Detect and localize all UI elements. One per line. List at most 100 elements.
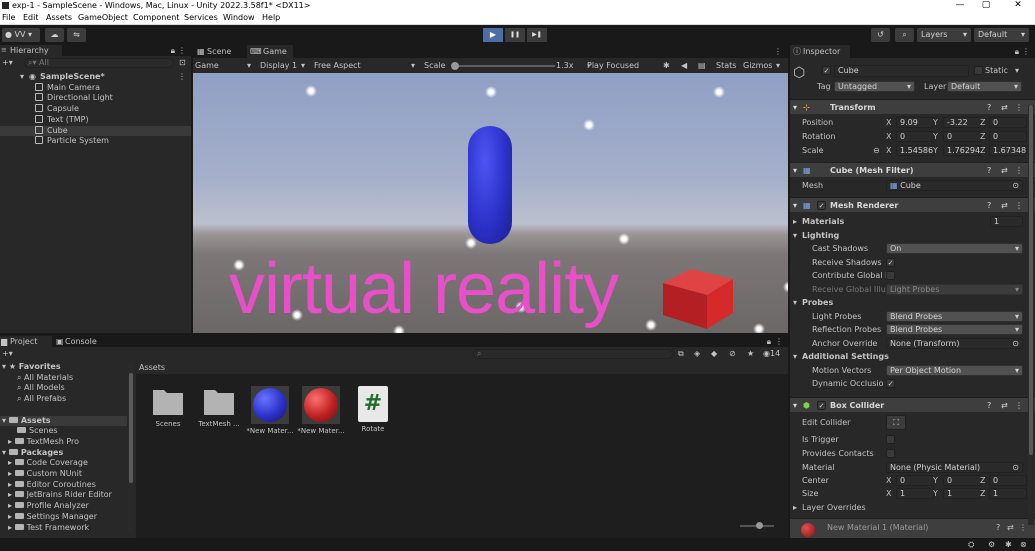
search-by-type-icon[interactable]: ⧉ xyxy=(678,347,684,361)
lock-icon[interactable]: 🔒︎ xyxy=(1015,45,1019,58)
menu-help[interactable]: Help xyxy=(262,12,280,24)
menu-file[interactable]: File xyxy=(2,12,15,24)
menu-component[interactable]: Component xyxy=(133,12,179,24)
bug-report-icon[interactable]: ✱ xyxy=(1005,538,1012,551)
contribute-gi-checkbox[interactable] xyxy=(886,271,895,280)
scale-slider-handle[interactable] xyxy=(451,62,459,70)
light-probes-dropdown[interactable]: Blend Probes ▾ xyxy=(886,311,1023,322)
collider-material-field[interactable]: None (Physic Material) ⊙ xyxy=(886,462,1023,473)
collab-button[interactable]: ⇋ xyxy=(67,28,86,42)
transform-header[interactable]: ▾ ⊹ Transform ? ⇄ ⋮ xyxy=(790,99,1035,114)
presets-icon[interactable]: ⇄ xyxy=(1007,522,1014,534)
mesh-filter-header[interactable]: ▾ ▦ Cube (Mesh Filter) ? ⇄ ⋮ xyxy=(790,162,1035,177)
package-settings-manager[interactable]: ▸ Settings Manager xyxy=(8,512,97,523)
more-options-icon[interactable]: ⋮ xyxy=(1019,522,1027,534)
filter-icon[interactable]: ⊡ xyxy=(179,56,186,69)
probes-row[interactable]: ▾ Probes xyxy=(790,296,1035,309)
keyboard-icon[interactable]: ▤ xyxy=(698,58,706,73)
rotation-z-input[interactable]: 0 xyxy=(989,131,1027,142)
link-icon[interactable]: ⊖ xyxy=(873,144,880,157)
center-z-input[interactable]: 0 xyxy=(989,475,1027,486)
icon-size-slider-handle[interactable] xyxy=(756,522,763,529)
provides-contacts-checkbox[interactable] xyxy=(886,449,895,458)
layer-dropdown[interactable]: Default ▾ xyxy=(947,81,1022,92)
tag-dropdown[interactable]: Untagged ▾ xyxy=(834,81,915,92)
layout-dropdown[interactable]: Default ▾ xyxy=(974,28,1029,42)
anchor-override-field[interactable]: None (Transform) ⊙ xyxy=(886,338,1023,349)
hierarchy-item-text-tmp[interactable]: Text (TMP) xyxy=(0,114,191,126)
reflection-probes-dropdown[interactable]: Blend Probes ▾ xyxy=(886,324,1023,335)
assets-node[interactable]: ▾ Assets xyxy=(0,415,127,427)
favorites-node[interactable]: ▾ ★ Favorites xyxy=(2,362,61,373)
hierarchy-item-cube[interactable]: Cube xyxy=(0,125,191,137)
undo-history-button[interactable]: ↺ xyxy=(871,28,890,42)
asset-scenes-folder[interactable]: Scenes xyxy=(144,384,192,428)
menu-edit[interactable]: Edit xyxy=(23,12,39,24)
search-button[interactable]: ⌕ xyxy=(895,28,914,42)
more-options-icon[interactable]: ⋮ xyxy=(1015,163,1023,178)
package-code-coverage[interactable]: ▸ Code Coverage xyxy=(8,458,88,469)
mesh-renderer-header[interactable]: ▾ ▦ ✓ Mesh Renderer ? ⇄ ⋮ xyxy=(790,197,1035,212)
more-options-icon[interactable]: ⋮ xyxy=(1015,100,1023,115)
project-search-input[interactable]: ⌕ xyxy=(473,349,673,359)
play-focused-dropdown[interactable]: Play Focused ▾ xyxy=(587,58,639,73)
material-footer[interactable]: New Material 1 (Material) ? ⇄ ⋮ xyxy=(790,518,1035,538)
more-options-icon[interactable]: ⋮ xyxy=(1015,198,1023,213)
debug-icon[interactable]: ⚙ xyxy=(988,538,995,551)
layer-overrides-row[interactable]: ▸ Layer Overrides xyxy=(790,501,1035,514)
help-icon[interactable]: ? xyxy=(987,163,991,178)
scale-z-input[interactable]: 1.67348 xyxy=(989,145,1027,156)
maximize-button[interactable]: ▢ xyxy=(976,0,996,11)
dynamic-occlusion-checkbox[interactable]: ✓ xyxy=(886,379,895,388)
folder-scenes[interactable]: Scenes xyxy=(17,426,58,437)
tab-scene[interactable]: ▦ Scene xyxy=(193,45,245,58)
layers-dropdown[interactable]: Layers ▾ xyxy=(917,28,971,42)
size-z-input[interactable]: 1 xyxy=(989,488,1027,499)
hierarchy-item-main-camera[interactable]: Main Camera xyxy=(0,82,191,94)
breadcrumb-assets[interactable]: Assets xyxy=(139,363,165,372)
position-z-input[interactable]: 0 xyxy=(989,117,1027,128)
pause-button[interactable]: ❚❚ xyxy=(505,28,525,42)
additional-settings-row[interactable]: ▾ Additional Settings xyxy=(790,350,1035,363)
favorite-all-models[interactable]: ⌕ All Models xyxy=(17,383,65,394)
chevron-down-icon[interactable]: ▾ xyxy=(776,58,780,73)
receive-gi-dropdown[interactable]: Light Probes ▾ xyxy=(886,284,1023,295)
hierarchy-item-particle-system[interactable]: Particle System xyxy=(0,136,191,147)
inspector-scrollbar[interactable] xyxy=(1028,105,1034,525)
object-name-input[interactable]: Cube xyxy=(834,65,969,77)
step-button[interactable]: ▶❚ xyxy=(527,28,547,42)
project-tree-scrollbar[interactable] xyxy=(128,363,134,533)
hierarchy-item-capsule[interactable]: Capsule xyxy=(0,104,191,115)
asset-rotate-script[interactable]: # Rotate xyxy=(349,384,397,433)
position-x-input[interactable]: 9.09 xyxy=(896,117,934,128)
asset-material-red[interactable]: *New Mater... xyxy=(297,384,345,435)
scale-slider-track[interactable] xyxy=(455,65,555,67)
close-button[interactable]: ✕ xyxy=(1008,0,1028,11)
center-y-input[interactable]: 0 xyxy=(943,475,981,486)
is-trigger-checkbox[interactable] xyxy=(886,435,895,444)
size-y-input[interactable]: 1 xyxy=(943,488,981,499)
help-icon[interactable]: ? xyxy=(987,398,991,413)
notification-icon[interactable]: ⊗ xyxy=(1020,538,1027,551)
help-icon[interactable]: ? xyxy=(987,100,991,115)
receive-shadows-checkbox[interactable]: ✓ xyxy=(886,258,895,267)
materials-row[interactable]: ▸ Materials 1 xyxy=(790,215,1035,228)
position-y-input[interactable]: -3.22 xyxy=(943,117,981,128)
packages-node[interactable]: ▾ Packages xyxy=(2,448,63,459)
cast-shadows-dropdown[interactable]: On ▾ xyxy=(886,243,1023,254)
asset-textmesh-folder[interactable]: TextMesh ... xyxy=(195,384,243,428)
more-options-icon[interactable]: ⋮ xyxy=(774,45,782,58)
chevron-down-icon[interactable]: ▾ xyxy=(1015,65,1019,77)
favorite-all-prefabs[interactable]: ⌕ All Prefabs xyxy=(17,394,66,405)
scale-y-input[interactable]: 1.76294 xyxy=(943,145,981,156)
static-checkbox[interactable] xyxy=(974,66,983,75)
box-collider-enabled-checkbox[interactable]: ✓ xyxy=(817,401,826,410)
search-by-label-icon[interactable]: ◈ xyxy=(694,347,700,361)
box-collider-header[interactable]: ▾ ⬢ ✓ Box Collider ? ⇄ ⋮ xyxy=(790,397,1035,412)
mesh-renderer-enabled-checkbox[interactable]: ✓ xyxy=(817,201,826,210)
package-editor-coroutines[interactable]: ▸ Editor Coroutines xyxy=(8,480,96,491)
hierarchy-item-directional-light[interactable]: Directional Light xyxy=(0,93,191,104)
asset-material-blue[interactable]: *New Mater... xyxy=(246,384,294,435)
menu-window[interactable]: Window xyxy=(223,12,255,24)
tab-console[interactable]: ▣ Console xyxy=(55,336,105,347)
